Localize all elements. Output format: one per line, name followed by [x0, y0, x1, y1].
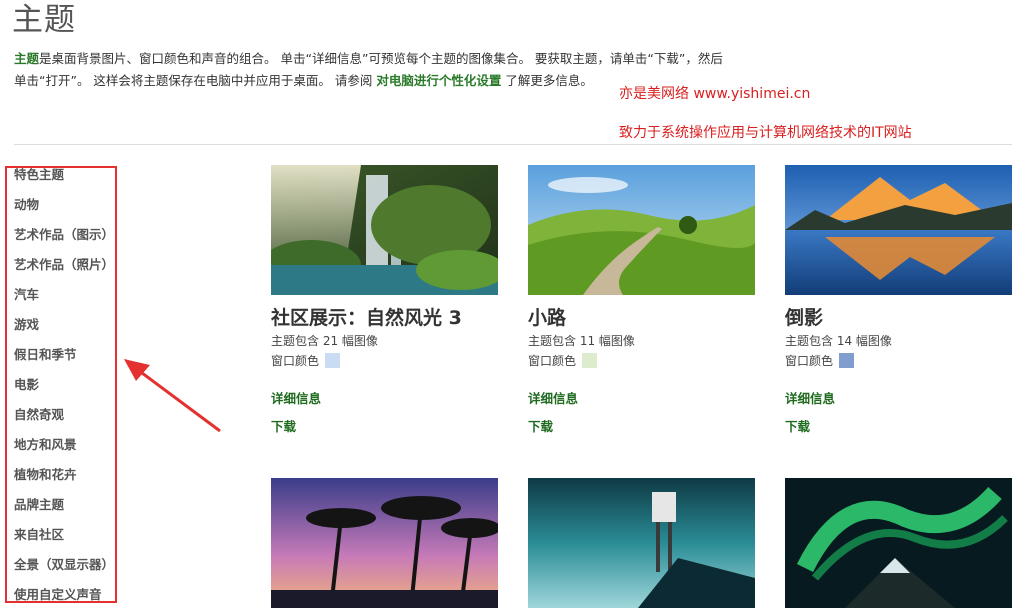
- theme-card: 倒影 主题包含 14 幅图像 窗口颜色 详细信息 下载: [785, 165, 1013, 438]
- sidebar-item-holidays[interactable]: 假日和季节: [14, 344, 114, 374]
- theme-title: 小路: [528, 307, 567, 329]
- theme-window-color: 窗口颜色: [528, 351, 756, 371]
- sidebar-item-natural-wonders[interactable]: 自然奇观: [14, 404, 114, 434]
- sidebar-item-plants[interactable]: 植物和花卉: [14, 464, 114, 494]
- intro-line-2: 单击“打开”。 这样会将主题保存在电脑中并应用于桌面。 请参阅 对电脑进行个性化…: [14, 73, 593, 88]
- sidebar-item-community[interactable]: 来自社区: [14, 524, 114, 554]
- download-link[interactable]: 下载: [785, 416, 1013, 438]
- path-photo[interactable]: [528, 165, 755, 295]
- reflection-photo[interactable]: [785, 165, 1012, 295]
- aurora-photo[interactable]: [785, 478, 1012, 608]
- sidebar-item-custom-sounds[interactable]: 使用自定义声音: [14, 584, 114, 614]
- theme-image-count: 主题包含 11 幅图像: [528, 334, 635, 348]
- palm-sunset-photo[interactable]: [271, 478, 498, 608]
- details-link[interactable]: 详细信息: [528, 388, 756, 410]
- sidebar-item-panoramic[interactable]: 全景（双显示器）: [14, 554, 114, 584]
- intro-line-1: 主题是桌面背景图片、窗口颜色和声音的组合。 单击“详细信息”可预览每个主题的图像…: [14, 51, 723, 66]
- category-sidebar: 特色主题 动物 艺术作品（图示） 艺术作品（照片） 汽车 游戏 假日和季节 电影…: [5, 166, 117, 603]
- sidebar-item-cars[interactable]: 汽车: [14, 284, 114, 314]
- color-swatch: [325, 353, 341, 368]
- theme-image-count: 主题包含 21 幅图像: [271, 334, 378, 348]
- theme-title: 倒影: [785, 307, 824, 329]
- sidebar-item-featured[interactable]: 特色主题: [14, 164, 114, 194]
- details-link[interactable]: 详细信息: [785, 388, 1013, 410]
- theme-window-color: 窗口颜色: [271, 351, 499, 371]
- waterfall-photo[interactable]: [271, 165, 498, 295]
- sidebar-item-animals[interactable]: 动物: [14, 194, 114, 224]
- theme-image-count: 主题包含 14 幅图像: [785, 334, 892, 348]
- lifeguard-tower-photo[interactable]: [528, 478, 755, 608]
- details-link[interactable]: 详细信息: [271, 388, 499, 410]
- watermark-line-2: 致力于系统操作应用与计算机网络技术的IT网站: [619, 125, 912, 141]
- sidebar-item-brands[interactable]: 品牌主题: [14, 494, 114, 524]
- annotation-arrow-icon: [124, 359, 221, 433]
- sidebar-item-art-photo[interactable]: 艺术作品（照片）: [14, 254, 114, 284]
- personalize-link[interactable]: 对电脑进行个性化设置: [376, 73, 501, 88]
- divider: [14, 144, 1012, 145]
- theme-card: 小路 主题包含 11 幅图像 窗口颜色 详细信息 下载: [528, 165, 756, 438]
- theme-title: 社区展示：自然风光 3: [271, 307, 462, 329]
- watermark-line-1: 亦是美网络 www.yishimei.cn: [619, 86, 811, 102]
- sidebar-item-games[interactable]: 游戏: [14, 314, 114, 344]
- theme-window-color: 窗口颜色: [785, 351, 1013, 371]
- color-swatch: [582, 353, 598, 368]
- sidebar-item-art-illustration[interactable]: 艺术作品（图示）: [14, 224, 114, 254]
- theme-link[interactable]: 主题: [14, 51, 39, 66]
- download-link[interactable]: 下载: [528, 416, 756, 438]
- sidebar-item-movies[interactable]: 电影: [14, 374, 114, 404]
- sidebar-item-places[interactable]: 地方和风景: [14, 434, 114, 464]
- download-link[interactable]: 下载: [271, 416, 499, 438]
- page-title: 主题: [12, 2, 76, 38]
- theme-card: 社区展示：自然风光 3 主题包含 21 幅图像 窗口颜色 详细信息 下载: [271, 165, 499, 438]
- color-swatch: [839, 353, 855, 368]
